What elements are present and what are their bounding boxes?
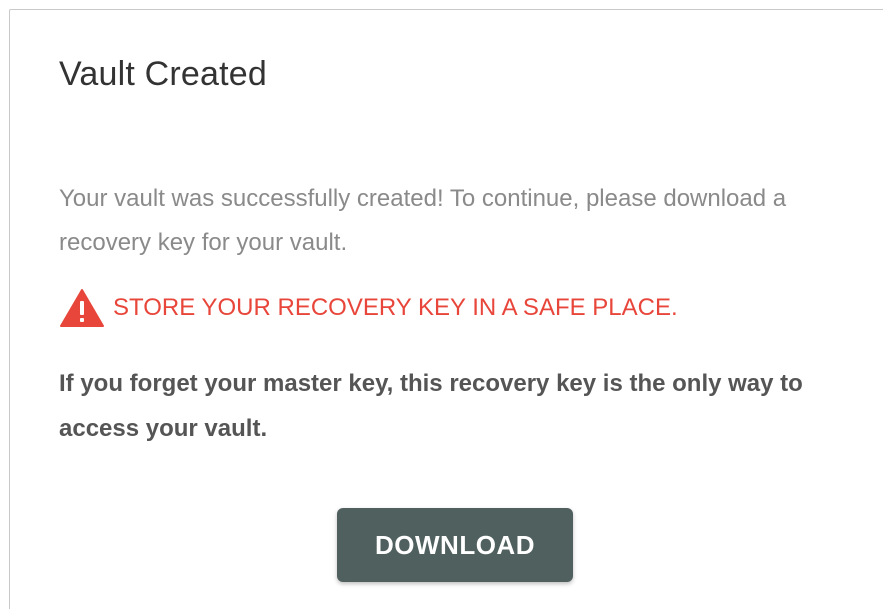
warning-text: STORE YOUR RECOVERY KEY IN A SAFE PLACE. <box>113 294 678 321</box>
dialog-description: Your vault was successfully created! To … <box>59 185 787 256</box>
warning-triangle-icon <box>59 288 105 328</box>
vault-created-dialog: Vault Created Your vault was successfull… <box>9 9 883 609</box>
download-button[interactable]: DOWNLOAD <box>337 508 573 582</box>
warning-message: STORE YOUR RECOVERY KEY IN A SAFE PLACE. <box>59 288 678 328</box>
recovery-info-text: If you forget your master key, this reco… <box>59 370 803 442</box>
dialog-title: Vault Created <box>59 55 267 93</box>
